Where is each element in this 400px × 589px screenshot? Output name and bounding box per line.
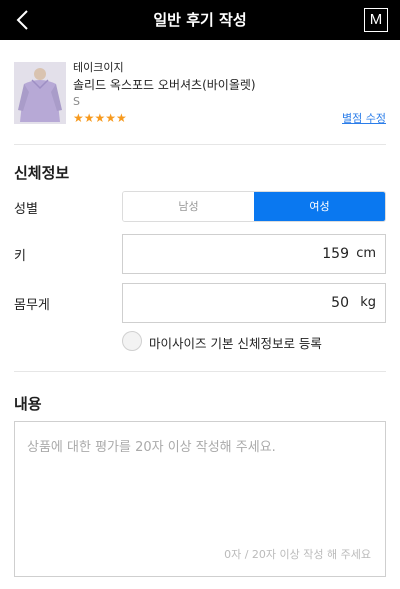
top-bar: 일반 후기 작성 M <box>0 0 400 40</box>
height-field[interactable]: 159 cm <box>122 234 386 274</box>
body-info-title: 신체정보 <box>14 164 70 182</box>
weight-field[interactable]: 50 kg <box>122 283 386 323</box>
product-brand: 테이크이지 <box>73 61 124 74</box>
height-label: 키 <box>14 249 26 264</box>
weight-unit: kg <box>360 295 376 310</box>
gender-option-male[interactable]: 남성 <box>123 192 254 221</box>
review-placeholder: 상품에 대한 평가를 20자 이상 작성해 주세요. <box>27 440 276 455</box>
page-title: 일반 후기 작성 <box>153 11 247 29</box>
save-mysize-label[interactable]: 마이사이즈 기본 신체정보로 등록 <box>149 333 322 352</box>
save-mysize-radio[interactable] <box>122 331 142 351</box>
content-title: 내용 <box>14 395 42 413</box>
character-counter: 0자 / 20자 이상 작성 해 주세요 <box>224 548 371 561</box>
gender-label: 성별 <box>14 202 38 217</box>
star-rating[interactable]: ★★★★★ <box>73 111 127 125</box>
gender-option-female[interactable]: 여성 <box>254 192 385 221</box>
section-divider <box>14 371 386 372</box>
weight-label: 몸무게 <box>14 298 50 313</box>
height-value: 159 <box>322 246 349 262</box>
brand-logo-icon[interactable]: M <box>364 8 388 32</box>
product-thumbnail <box>14 62 66 124</box>
back-icon[interactable] <box>10 6 38 34</box>
height-unit: cm <box>356 246 376 261</box>
product-option: S <box>73 95 80 108</box>
gender-toggle: 남성 여성 <box>122 191 386 222</box>
product-name: 솔리드 옥스포드 오버셔츠(바이올렛) <box>73 78 256 92</box>
edit-rating-link[interactable]: 별점 수정 <box>342 110 386 126</box>
section-divider <box>14 144 386 145</box>
weight-value: 50 <box>331 295 349 311</box>
review-textarea[interactable]: 상품에 대한 평가를 20자 이상 작성해 주세요. 0자 / 20자 이상 작… <box>14 421 386 577</box>
